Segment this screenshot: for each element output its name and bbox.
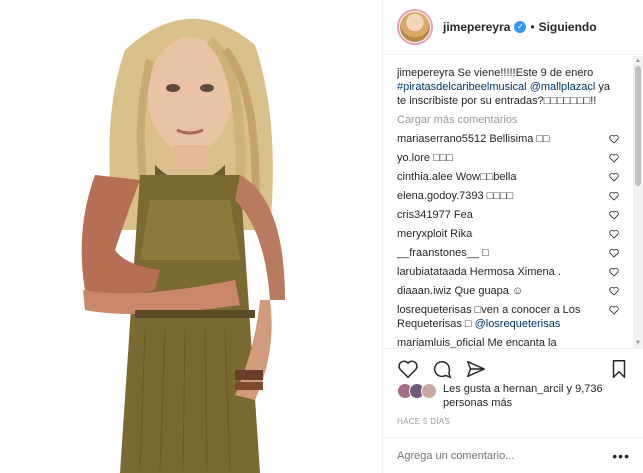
comment-text: Wow□□bella (452, 171, 517, 183)
comment-bubble-icon[interactable] (431, 358, 453, 380)
post-caption: jimepereyra Se viene!!!!!Este 9 de enero… (397, 66, 619, 108)
comment-username[interactable]: larubiatataada (397, 266, 467, 278)
comment-text: Que guapa ☺ (451, 285, 524, 297)
comment-item: meryxploit Rika (397, 227, 619, 241)
comment-text: □□□□ (483, 190, 514, 202)
separator-dot: • (530, 20, 535, 34)
comment-item: cris341977 Fea (397, 208, 619, 222)
add-comment-bar: ••• (383, 437, 643, 473)
comment-item: larubiatataada Hermosa Ximena . (397, 265, 619, 279)
comment-text: Rika (447, 228, 473, 240)
scrollbar-thumb[interactable] (635, 66, 641, 186)
like-comment-heart-icon[interactable] (609, 229, 619, 239)
post-actions-bar (383, 348, 643, 382)
comment-item: elena.godoy.7393 □□□□ (397, 189, 619, 203)
comment-username[interactable]: __fraanstones__ (397, 247, 479, 259)
comment-item: diaaan.iwiz Que guapa ☺ (397, 284, 619, 298)
like-comment-heart-icon[interactable] (609, 134, 619, 144)
caption-hashtag-link[interactable]: #piratasdelcaribeelmusical (397, 81, 527, 93)
like-comment-heart-icon[interactable] (609, 248, 619, 258)
like-comment-heart-icon[interactable] (609, 172, 619, 182)
like-heart-icon[interactable] (397, 358, 419, 380)
post-username[interactable]: jimepereyra (443, 20, 510, 34)
load-more-comments-button[interactable]: Cargar más comentarios (397, 114, 619, 126)
comment-username[interactable]: mariaserrano5512 (397, 133, 486, 145)
save-bookmark-icon[interactable] (608, 358, 630, 380)
comment-username[interactable]: diaaan.iwiz (397, 285, 451, 297)
likes-text[interactable]: Les gusta a hernan_arcil y 9,736 persona… (439, 382, 637, 410)
comment-mention-link[interactable]: @losrequeterisas (475, 318, 561, 330)
comment-item: cinthia.alee Wow□□bella (397, 170, 619, 184)
caption-mention-link[interactable]: @mallplazacl (530, 81, 596, 93)
comment-item: losrequeterisas □ven a conocer a Los Req… (397, 303, 619, 331)
comment-text: □ (478, 247, 489, 259)
comment-item: mariaserrano5512 Bellisima □□ (397, 132, 619, 146)
comment-username[interactable]: yo.lore (397, 152, 430, 164)
post-photo[interactable] (0, 0, 382, 473)
verified-badge-icon: ✓ (514, 21, 527, 33)
comment-text: □□□ (430, 152, 454, 164)
comment-text: Fea (450, 209, 473, 221)
comment-username[interactable]: cris341977 (397, 209, 451, 221)
comment-item: __fraanstones__ □ (397, 246, 619, 260)
comment-item: yo.lore □□□ (397, 151, 619, 165)
like-comment-heart-icon[interactable] (609, 153, 619, 163)
like-comment-heart-icon[interactable] (609, 267, 619, 277)
add-comment-input[interactable] (397, 449, 597, 462)
profile-avatar[interactable] (397, 9, 433, 45)
comment-username[interactable]: meryxploit (397, 228, 447, 240)
like-comment-heart-icon[interactable] (609, 191, 619, 201)
caption-text: Se viene!!!!!Este 9 de enero (454, 67, 594, 79)
likers-avatars (397, 383, 437, 399)
comment-username[interactable]: losrequeterisas (397, 304, 472, 316)
post-header: jimepereyra ✓ • Siguiendo (383, 0, 643, 55)
like-comment-heart-icon[interactable] (609, 305, 619, 315)
following-button[interactable]: Siguiendo (539, 20, 597, 34)
share-send-icon[interactable] (465, 358, 487, 380)
comment-text: Me encanta la (484, 337, 557, 348)
caption-username[interactable]: jimepereyra (397, 67, 454, 79)
woman-pirate-costume-image (81, 18, 285, 473)
scroll-up-arrow-icon[interactable]: ▲ (635, 58, 641, 64)
comment-item: mariamluis_oficial Me encanta la (397, 336, 619, 348)
likes-summary[interactable]: Les gusta a hernan_arcil y 9,736 persona… (397, 382, 637, 410)
comments-scrollbar[interactable]: ▲ ▼ (633, 56, 643, 348)
scroll-down-arrow-icon[interactable]: ▼ (635, 340, 641, 346)
like-comment-heart-icon[interactable] (609, 210, 619, 220)
comment-username[interactable]: mariamluis_oficial (397, 337, 484, 348)
comment-username[interactable]: cinthia.alee (397, 171, 453, 183)
like-comment-heart-icon[interactable] (609, 286, 619, 296)
comments-list[interactable]: jimepereyra Se viene!!!!!Este 9 de enero… (383, 56, 633, 348)
post-timestamp[interactable]: HACE 5 DÍAS (397, 417, 450, 426)
more-options-icon[interactable]: ••• (612, 448, 630, 464)
avatar-image (400, 12, 430, 42)
comment-username[interactable]: elena.godoy.7393 (397, 190, 484, 202)
comment-text: Bellisima □□ (486, 133, 550, 145)
comment-text: Hermosa Ximena . (466, 266, 561, 278)
liker-avatar (421, 383, 437, 399)
post-side-panel: jimepereyra ✓ • Siguiendo jimepereyra Se… (382, 0, 643, 473)
